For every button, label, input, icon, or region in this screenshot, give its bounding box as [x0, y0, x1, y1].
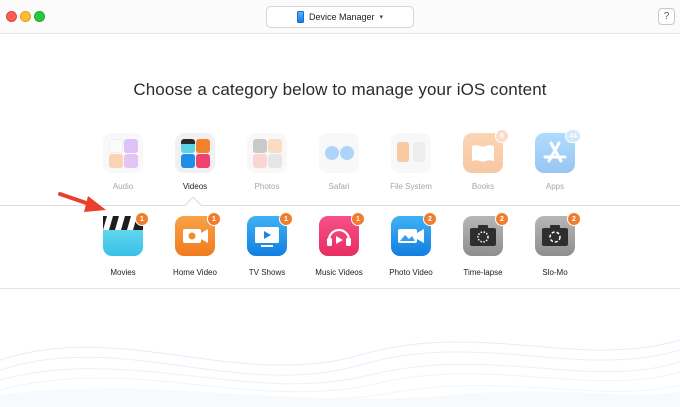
page-heading: Choose a category below to manage your i…: [133, 80, 547, 99]
video-item-home-video[interactable]: 1 Home Video: [159, 212, 231, 277]
app-store-icon: 44: [535, 129, 581, 173]
category-safari[interactable]: Safari: [309, 133, 369, 191]
device-selector-label: Device Manager: [308, 12, 375, 22]
video-item-time-lapse[interactable]: 2 Time-lapse: [447, 212, 519, 277]
photo-video-icon: 2: [391, 212, 437, 256]
category-books[interactable]: 6 Books: [453, 129, 513, 191]
video-item-slo-mo[interactable]: 2 Slo-Mo: [519, 212, 591, 277]
video-item-label: Music Videos: [315, 268, 363, 277]
audio-icon: [103, 133, 143, 173]
category-label: File System: [390, 182, 432, 191]
safari-icon: [319, 133, 359, 173]
tv-shows-icon: 1: [247, 212, 293, 256]
slo-mo-icon: 2: [535, 212, 581, 256]
video-item-label: TV Shows: [248, 268, 286, 277]
videos-icon: [175, 133, 215, 173]
count-badge: 6: [495, 129, 509, 143]
count-badge: 1: [279, 212, 293, 226]
category-label: Books: [471, 182, 495, 191]
device-selector[interactable]: Device Manager ▾: [266, 6, 414, 28]
category-videos[interactable]: Videos: [165, 133, 225, 191]
category-label: Photos: [254, 182, 280, 191]
title-bar: Device Manager ▾ ?: [0, 0, 680, 34]
count-badge: 44: [565, 129, 581, 143]
category-apps[interactable]: 44 Apps: [525, 129, 585, 191]
count-badge: 1: [351, 212, 365, 226]
annotation-arrow-icon: [58, 192, 106, 212]
count-badge: 1: [207, 212, 221, 226]
category-file-system[interactable]: File System: [381, 133, 441, 191]
home-video-icon: 1: [175, 212, 221, 256]
count-badge: 2: [423, 212, 437, 226]
category-label: Safari: [328, 182, 350, 191]
count-badge: 2: [567, 212, 581, 226]
count-badge: 1: [135, 212, 149, 226]
video-item-label: Time-lapse: [463, 268, 503, 277]
books-icon: 6: [463, 129, 509, 173]
video-item-photo-video[interactable]: 2 Photo Video: [375, 212, 447, 277]
video-item-movies[interactable]: 1 Movies: [87, 212, 159, 277]
selection-pointer: [184, 196, 202, 214]
movies-icon: 1: [103, 212, 149, 256]
close-window-button[interactable]: [6, 11, 17, 22]
category-audio[interactable]: Audio: [93, 133, 153, 191]
video-item-label: Slo-Mo: [542, 268, 568, 277]
category-label: Videos: [182, 182, 208, 191]
photos-icon: [247, 133, 287, 173]
video-item-music-videos[interactable]: 1 Music Videos: [303, 212, 375, 277]
category-photos[interactable]: Photos: [237, 133, 297, 191]
count-badge: 2: [495, 212, 509, 226]
file-system-icon: [391, 133, 431, 173]
video-item-label: Home Video: [173, 268, 217, 277]
video-item-tv-shows[interactable]: 1 TV Shows: [231, 212, 303, 277]
time-lapse-icon: 2: [463, 212, 509, 256]
help-button[interactable]: ?: [658, 8, 675, 25]
minimize-window-button[interactable]: [20, 11, 31, 22]
zoom-window-button[interactable]: [34, 11, 45, 22]
decorative-wave-background: [0, 339, 680, 407]
category-label: Apps: [545, 182, 565, 191]
chevron-down-icon: ▾: [379, 14, 384, 21]
content-bottom-divider: [0, 288, 680, 289]
music-videos-icon: 1: [319, 212, 365, 256]
video-item-label: Movies: [110, 268, 136, 277]
iphone-icon: [296, 11, 304, 23]
video-item-label: Photo Video: [389, 268, 433, 277]
